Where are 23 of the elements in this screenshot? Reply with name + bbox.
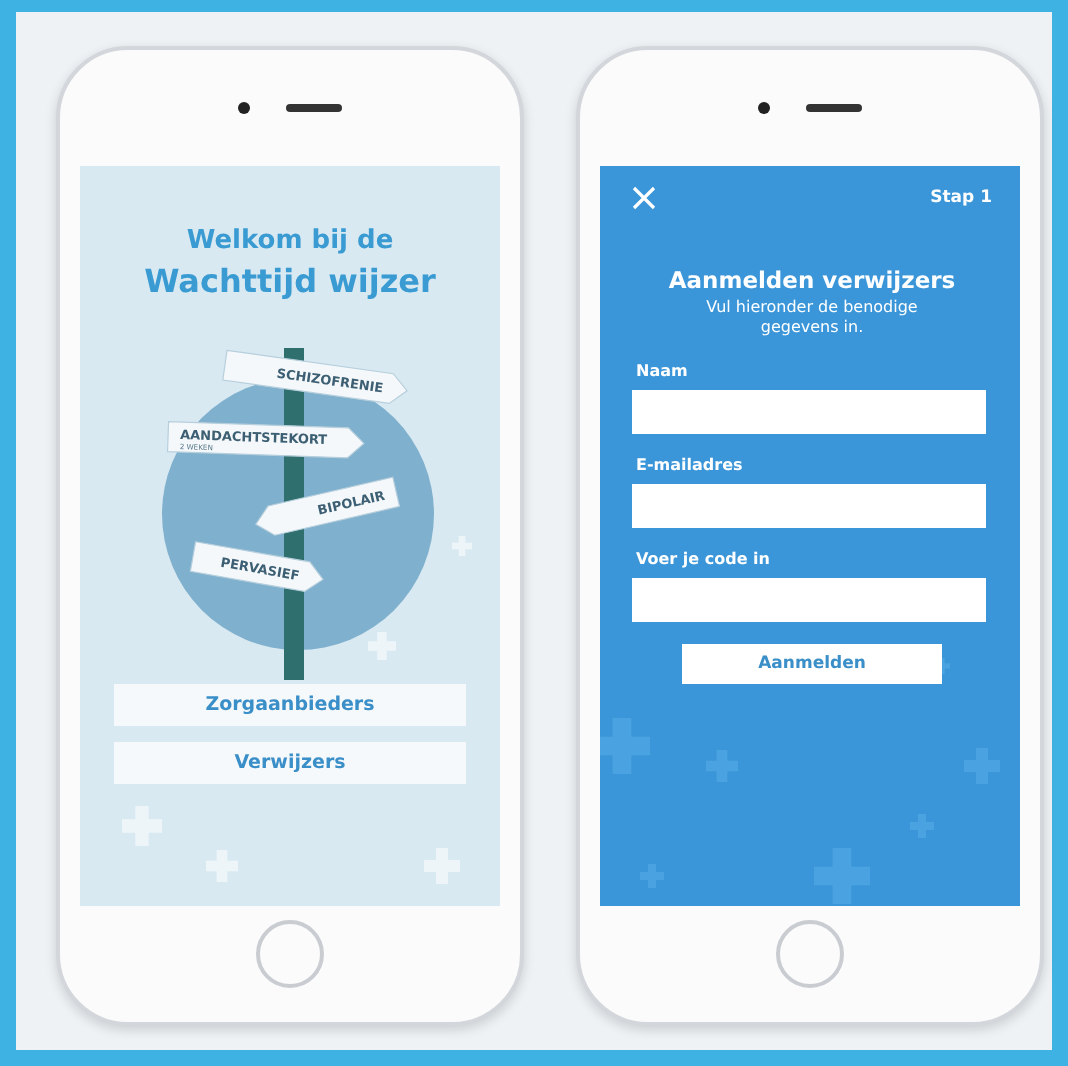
camera-icon	[758, 102, 770, 114]
input-field[interactable]	[632, 484, 986, 528]
camera-icon	[238, 102, 250, 114]
home-button[interactable]	[776, 920, 844, 988]
field-label: E-mailadres	[636, 456, 745, 474]
input-field[interactable]	[632, 390, 986, 434]
cross-icon	[600, 718, 650, 774]
cross-icon	[368, 632, 396, 660]
provider-button[interactable]: Zorgaanbieders	[114, 684, 466, 726]
speaker-icon	[806, 104, 862, 112]
referrer-button[interactable]: Verwijzers	[114, 742, 466, 784]
form-instructions: Vul hieronder de benodige gegevens in.	[704, 298, 920, 338]
app-title: Wachttijd wijzer	[144, 262, 436, 300]
close-icon[interactable]	[632, 186, 656, 210]
speaker-icon	[286, 104, 342, 112]
welcome-heading: Welkom bij de	[186, 226, 394, 256]
input-field[interactable]	[632, 578, 986, 622]
home-button[interactable]	[256, 920, 324, 988]
step-indicator: Stap 1	[930, 188, 992, 208]
cross-icon	[814, 848, 870, 904]
form-title: Aanmelden verwijzers	[666, 266, 958, 294]
field-label: Voer je code in	[636, 550, 772, 568]
field-label: Naam	[636, 362, 690, 380]
